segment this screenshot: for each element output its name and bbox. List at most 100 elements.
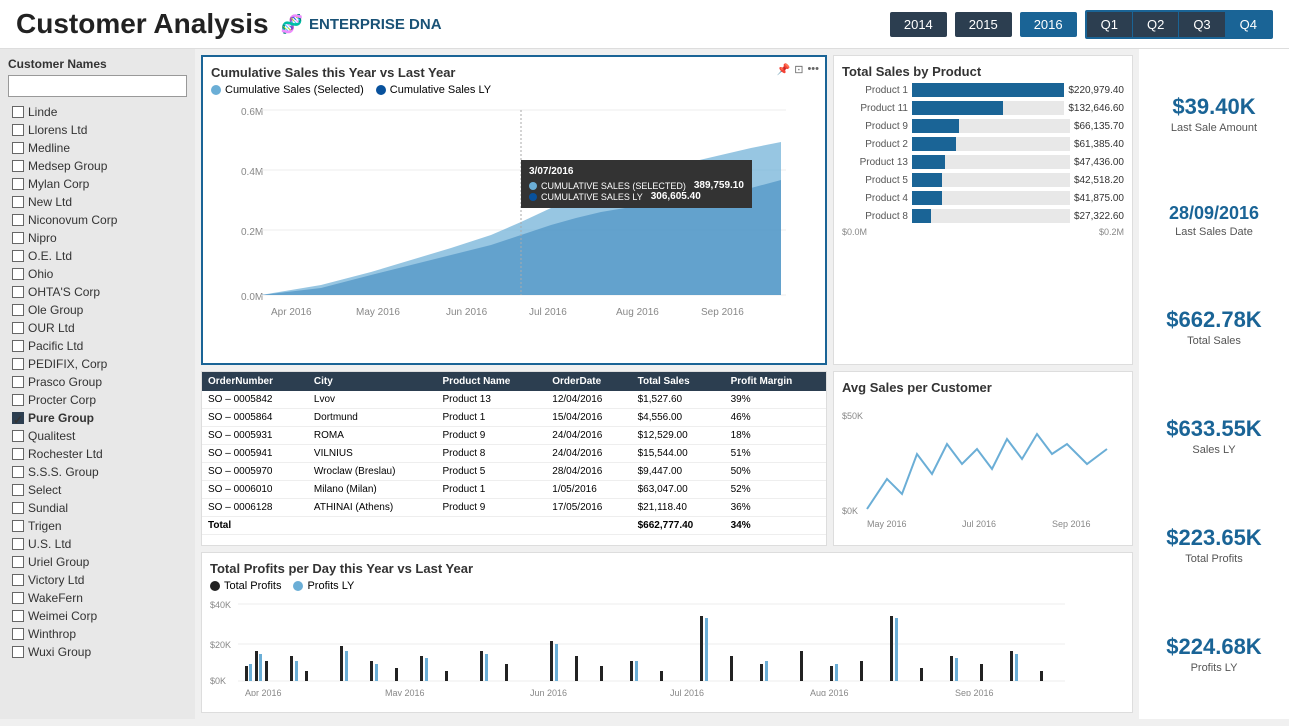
sidebar-checkbox: [12, 628, 24, 640]
svg-text:Jun 2016: Jun 2016: [446, 307, 488, 318]
sidebar-item[interactable]: Victory Ltd: [8, 571, 187, 589]
sidebar-checkbox: [12, 106, 24, 118]
product-bar-track: [912, 101, 1064, 115]
sidebar-checkbox: [12, 502, 24, 514]
product-bar-label: Product 11: [842, 103, 912, 114]
table-scroll[interactable]: OrderNumber City Product Name OrderDate …: [202, 372, 826, 545]
table-cell-order: SO – 0006010: [202, 481, 308, 499]
product-bar-label: Product 8: [842, 211, 912, 222]
sidebar-item[interactable]: Llorens Ltd: [8, 121, 187, 139]
sidebar-item[interactable]: Linde: [8, 103, 187, 121]
sidebar-item[interactable]: Procter Corp: [8, 391, 187, 409]
q1-button[interactable]: Q1: [1087, 12, 1133, 37]
sidebar-item[interactable]: OHTA'S Corp: [8, 283, 187, 301]
svg-text:Sep 2016: Sep 2016: [701, 307, 744, 318]
sidebar-item[interactable]: Pacific Ltd: [8, 337, 187, 355]
sidebar-item[interactable]: Prasco Group: [8, 373, 187, 391]
product-bar-fill: [912, 137, 956, 151]
sidebar-item[interactable]: Medline: [8, 139, 187, 157]
table-row[interactable]: SO – 0006010Milano (Milan)Product 11/05/…: [202, 481, 826, 499]
sidebar-item[interactable]: Wuxi Group: [8, 643, 187, 661]
table-cell-order: SO – 0005941: [202, 445, 308, 463]
legend-dot-ly: [376, 85, 386, 95]
table-cell-margin: 39%: [725, 391, 826, 409]
sidebar-item[interactable]: WakeFern: [8, 589, 187, 607]
expand-icon[interactable]: ⊡: [794, 63, 803, 76]
svg-text:$0K: $0K: [210, 676, 226, 686]
table-row[interactable]: SO – 0005970Wroclaw (Breslau)Product 528…: [202, 463, 826, 481]
sidebar-checkbox: [12, 646, 24, 658]
sidebar-item[interactable]: O.E. Ltd: [8, 247, 187, 265]
kpi-last-sales-date: 28/09/2016 Last Sales Date: [1149, 203, 1279, 238]
year-2016-button[interactable]: 2016: [1020, 12, 1077, 37]
profits-legend-total: Total Profits: [210, 580, 281, 592]
product-bar-label: Product 9: [842, 121, 912, 132]
sidebar-item-label: Llorens Ltd: [28, 123, 87, 137]
table-total-cell: $662,777.40: [632, 517, 725, 535]
sidebar-item[interactable]: Select: [8, 481, 187, 499]
sidebar-item[interactable]: Trigen: [8, 517, 187, 535]
kpi-last-date-label: Last Sales Date: [1149, 226, 1279, 238]
sidebar-item[interactable]: ✓Pure Group: [8, 409, 187, 427]
svg-text:$50K: $50K: [842, 411, 863, 421]
bar-axis: $0.0M $0.2M: [842, 227, 1124, 237]
svg-text:Jul 2016: Jul 2016: [529, 307, 567, 318]
sidebar-item[interactable]: Medsep Group: [8, 157, 187, 175]
sidebar-item[interactable]: Nipro: [8, 229, 187, 247]
sidebar-item[interactable]: U.S. Ltd: [8, 535, 187, 553]
sidebar-item[interactable]: Ole Group: [8, 301, 187, 319]
sidebar-item[interactable]: Mylan Corp: [8, 175, 187, 193]
table-row[interactable]: SO – 0005931ROMAProduct 924/04/2016$12,5…: [202, 427, 826, 445]
sidebar-checkbox: [12, 142, 24, 154]
sidebar-checkbox: [12, 322, 24, 334]
sidebar-item[interactable]: OUR Ltd: [8, 319, 187, 337]
table-cell-sales: $12,529.00: [632, 427, 725, 445]
search-input[interactable]: [8, 75, 187, 97]
table-row[interactable]: SO – 0005864DortmundProduct 115/04/2016$…: [202, 409, 826, 427]
page-title: Customer Analysis: [16, 8, 269, 40]
table-cell-date: 24/04/2016: [546, 427, 631, 445]
profits-legend-ly: Profits LY: [293, 580, 354, 592]
sidebar-item-label: Ole Group: [28, 303, 83, 317]
product-bar-track: [912, 137, 1070, 151]
sidebar-checkbox: [12, 250, 24, 262]
sidebar-checkbox: [12, 430, 24, 442]
sidebar-item[interactable]: Niconovum Corp: [8, 211, 187, 229]
table-cell-order: SO – 0006128: [202, 499, 308, 517]
sidebar-checkbox: [12, 160, 24, 172]
table-row[interactable]: SO – 0006128ATHINAI (Athens)Product 917/…: [202, 499, 826, 517]
sidebar-item-label: Nipro: [28, 231, 57, 245]
sidebar-item[interactable]: Sundial: [8, 499, 187, 517]
sidebar-checkbox: [12, 592, 24, 604]
year-quarter-controls: 2014 2015 2016 Q1 Q2 Q3 Q4: [890, 10, 1273, 39]
q4-button[interactable]: Q4: [1226, 12, 1271, 37]
sidebar-item[interactable]: Weimei Corp: [8, 607, 187, 625]
sidebar-item[interactable]: Qualitest: [8, 427, 187, 445]
sidebar-item[interactable]: Rochester Ltd: [8, 445, 187, 463]
sidebar-item[interactable]: PEDIFIX, Corp: [8, 355, 187, 373]
table-row[interactable]: SO – 0005941VILNIUSProduct 824/04/2016$1…: [202, 445, 826, 463]
q2-button[interactable]: Q2: [1133, 12, 1179, 37]
sidebar-item[interactable]: S.S.S. Group: [8, 463, 187, 481]
sidebar-item[interactable]: Winthrop: [8, 625, 187, 643]
year-2014-button[interactable]: 2014: [890, 12, 947, 37]
profits-panel: Total Profits per Day this Year vs Last …: [201, 552, 1133, 713]
sidebar-item[interactable]: Ohio: [8, 265, 187, 283]
sidebar-item[interactable]: New Ltd: [8, 193, 187, 211]
product-bar-label: Product 5: [842, 175, 912, 186]
product-bar-row: Product 11$132,646.60: [842, 101, 1124, 115]
kpi-panel: $39.40K Last Sale Amount 28/09/2016 Last…: [1139, 49, 1289, 719]
table-row[interactable]: SO – 0005842LvovProduct 1312/04/2016$1,5…: [202, 391, 826, 409]
pin-icon[interactable]: 📌: [777, 63, 791, 76]
year-2015-button[interactable]: 2015: [955, 12, 1012, 37]
product-bar-fill: [912, 191, 942, 205]
q3-button[interactable]: Q3: [1179, 12, 1225, 37]
more-icon[interactable]: •••: [807, 63, 819, 76]
col-sales: Total Sales: [632, 372, 725, 391]
table-cell-date: 28/04/2016: [546, 463, 631, 481]
brand-icon: 🧬: [281, 14, 303, 35]
sidebar-checkbox: [12, 286, 24, 298]
panel-actions: 📌 ⊡ •••: [777, 63, 819, 76]
cumulative-svg-container: 0.6M 0.4M 0.2M 0.0M: [211, 100, 817, 335]
sidebar-item[interactable]: Uriel Group: [8, 553, 187, 571]
